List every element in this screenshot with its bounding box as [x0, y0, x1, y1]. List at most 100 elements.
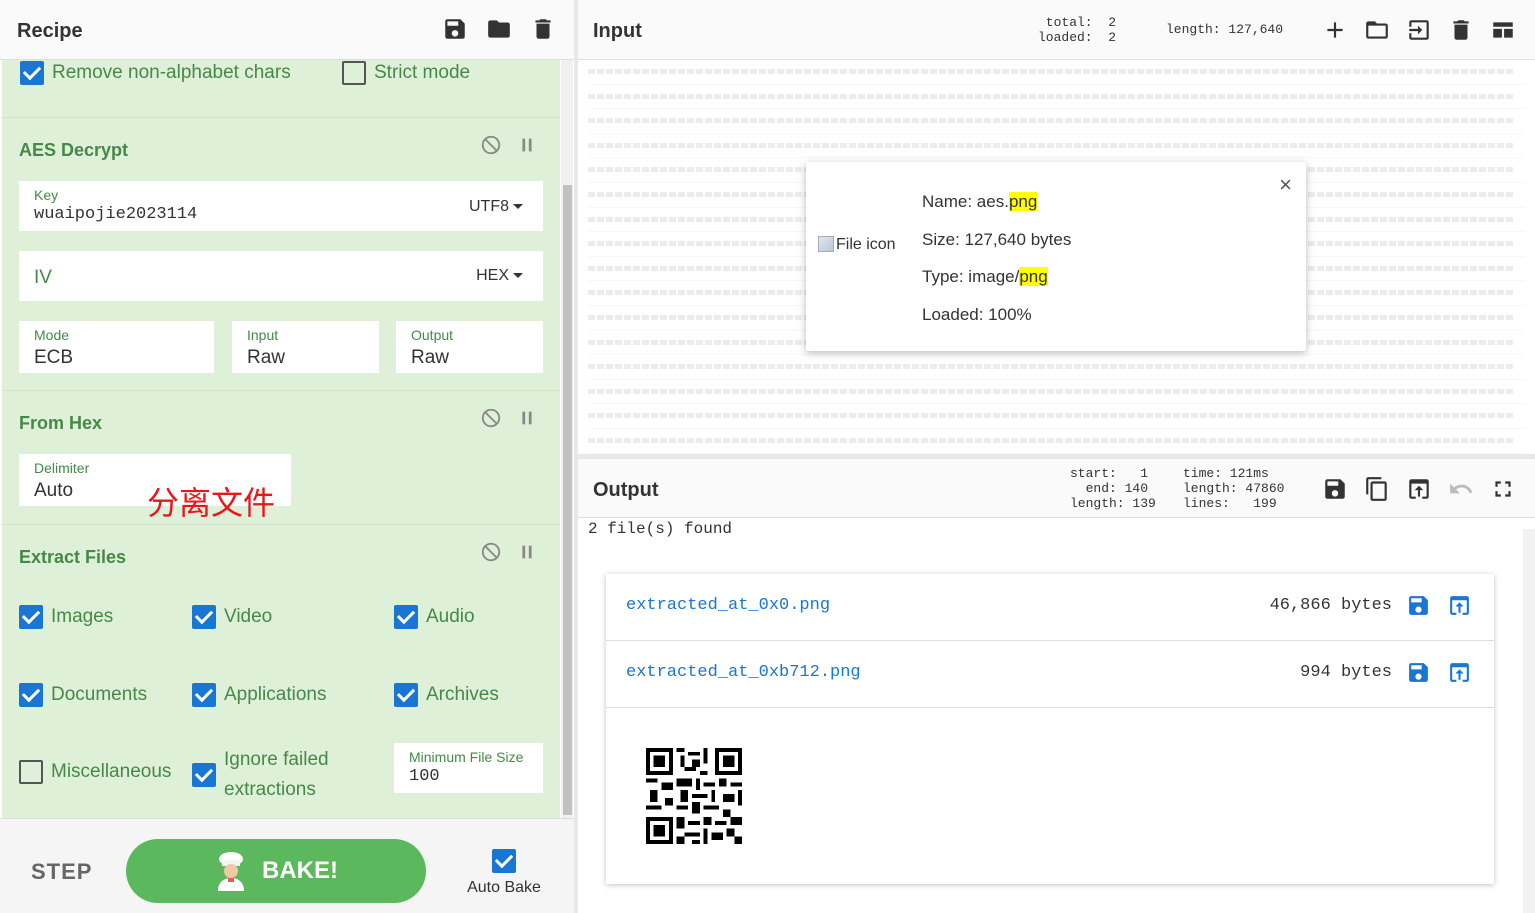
recipe-pane: Recipe Remove non-alphabet chars Strict …: [0, 0, 574, 913]
checkbox-box: [192, 683, 216, 707]
recipe-list: Remove non-alphabet chars Strict mode AE…: [2, 60, 560, 818]
audio-checkbox[interactable]: Audio: [394, 605, 475, 629]
recipe-title: Recipe: [17, 20, 83, 42]
output-scrollbar[interactable]: [1523, 529, 1535, 913]
iv-field[interactable]: IV HEX: [19, 251, 543, 301]
save-icon[interactable]: [1322, 476, 1348, 502]
field-label: Mode: [34, 327, 70, 343]
auto-bake-label: Auto Bake: [467, 879, 541, 896]
strict-mode-checkbox[interactable]: Strict mode: [342, 61, 470, 85]
mode-value[interactable]: ECB: [34, 347, 73, 369]
disable-icon[interactable]: [480, 407, 502, 429]
iv-encoding-dropdown[interactable]: HEX: [476, 267, 523, 285]
file-details-popup: × File icon Name: aes.png Size: 127,640 …: [806, 162, 1306, 351]
disable-icon[interactable]: [480, 541, 502, 563]
ignore-failed-checkbox[interactable]: Ignore failed extractions: [192, 745, 329, 805]
output-format-value[interactable]: Raw: [411, 347, 449, 369]
key-input[interactable]: wuaipojie2023114: [34, 205, 197, 224]
delimiter-value[interactable]: Auto: [34, 480, 73, 502]
checkbox-label: Archives: [426, 684, 499, 705]
file-size: Size: 127,640 bytes: [922, 230, 1072, 249]
video-checkbox[interactable]: Video: [192, 605, 272, 629]
add-icon[interactable]: [1322, 17, 1348, 43]
save-icon[interactable]: [1406, 593, 1431, 618]
save-icon[interactable]: [442, 16, 468, 42]
close-icon[interactable]: ×: [1279, 172, 1292, 198]
op-title: From Hex: [19, 413, 103, 433]
input-title: Input: [593, 20, 642, 42]
checkbox-box: [394, 683, 418, 707]
file-link[interactable]: extracted_at_0xb712.png: [626, 663, 861, 682]
checkbox-label: Strict mode: [374, 62, 471, 83]
archives-checkbox[interactable]: Archives: [394, 683, 499, 707]
output-header: Output start: 1 end: 140 length: 139 tim…: [578, 459, 1535, 518]
save-icon[interactable]: [1406, 660, 1431, 685]
op-from-hex: From Hex Delimiter Auto: [2, 391, 560, 525]
disable-icon[interactable]: [480, 134, 502, 156]
pause-icon[interactable]: [516, 134, 538, 156]
layout-icon[interactable]: [1490, 17, 1516, 43]
output-pane: Output start: 1 end: 140 length: 139 tim…: [578, 459, 1535, 913]
remove-non-alpha-checkbox[interactable]: Remove non-alphabet chars: [20, 61, 291, 85]
qr-code-image: [646, 748, 742, 844]
output-format-field[interactable]: Output Raw: [396, 321, 543, 373]
open-in-input-icon[interactable]: [1447, 660, 1472, 685]
open-file-icon[interactable]: [1406, 17, 1432, 43]
folder-icon[interactable]: [486, 16, 512, 42]
replace-input-icon[interactable]: [1406, 476, 1432, 502]
file-name: Name: aes.png: [922, 192, 1038, 212]
file-icon-alt: File icon: [836, 236, 896, 253]
caret-down-icon: [513, 204, 523, 210]
checkbox-label: Images: [51, 606, 114, 627]
checkbox-label: Ignore failed extractions: [224, 745, 329, 805]
applications-checkbox[interactable]: Applications: [192, 683, 326, 707]
list-item: extracted_at_0x0.png 46,866 bytes: [606, 574, 1494, 641]
open-in-input-icon[interactable]: [1447, 593, 1472, 618]
maximize-icon[interactable]: [1490, 476, 1516, 502]
trash-icon[interactable]: [1448, 17, 1474, 43]
checkbox-box: [394, 605, 418, 629]
input-stats: total: 2 loaded: 2: [1038, 15, 1117, 45]
scrollbar-thumb[interactable]: [563, 185, 572, 815]
input-length: length: 127,640: [1166, 22, 1284, 37]
field-label: Key: [34, 187, 59, 203]
pause-icon[interactable]: [516, 407, 538, 429]
auto-bake-checkbox[interactable]: Auto Bake: [463, 849, 545, 897]
pause-icon[interactable]: [516, 541, 538, 563]
checkbox-box: [492, 849, 516, 873]
highlight: png: [1008, 192, 1038, 211]
mode-field[interactable]: Mode ECB: [19, 321, 214, 373]
open-folder-icon[interactable]: [1364, 17, 1390, 43]
caret-down-icon: [513, 273, 523, 279]
bake-button[interactable]: BAKE!: [126, 839, 426, 903]
min-file-size-field[interactable]: Minimum File Size 100: [394, 743, 543, 793]
input-header: Input total: 2 loaded: 2 length: 127,640: [578, 0, 1535, 60]
input-format-value[interactable]: Raw: [247, 347, 285, 369]
recipe-scrollbar[interactable]: [561, 60, 573, 818]
key-field[interactable]: Key wuaipojie2023114 UTF8: [19, 181, 543, 231]
op-title: AES Decrypt: [19, 140, 129, 160]
checkbox-box: [19, 683, 43, 707]
input-format-field[interactable]: Input Raw: [232, 321, 379, 373]
list-item: extracted_at_0xb712.png 994 bytes: [606, 641, 1494, 708]
documents-checkbox[interactable]: Documents: [19, 683, 147, 707]
undo-icon[interactable]: [1448, 476, 1474, 502]
checkbox-box: [19, 760, 43, 784]
output-stats: time: 121ms length: 47860 lines: 199: [1183, 466, 1285, 511]
trash-icon[interactable]: [530, 16, 556, 42]
recipe-header: Recipe: [0, 0, 574, 60]
file-link[interactable]: extracted_at_0x0.png: [626, 596, 830, 615]
key-encoding-dropdown[interactable]: UTF8: [469, 198, 523, 216]
step-button[interactable]: STEP: [31, 859, 92, 885]
miscellaneous-checkbox[interactable]: Miscellaneous: [19, 760, 171, 784]
copy-icon[interactable]: [1364, 476, 1390, 502]
checkbox-box: [20, 61, 44, 85]
iv-placeholder[interactable]: IV: [34, 267, 52, 289]
file-icon: File icon: [818, 236, 896, 254]
checkbox-box: [192, 763, 216, 787]
checkbox-label: Video: [224, 606, 273, 627]
file-name-text: Name: aes.: [922, 192, 1009, 211]
images-checkbox[interactable]: Images: [19, 605, 113, 629]
min-file-size-input[interactable]: 100: [409, 767, 440, 786]
file-type-text: Type: image/: [922, 267, 1020, 286]
